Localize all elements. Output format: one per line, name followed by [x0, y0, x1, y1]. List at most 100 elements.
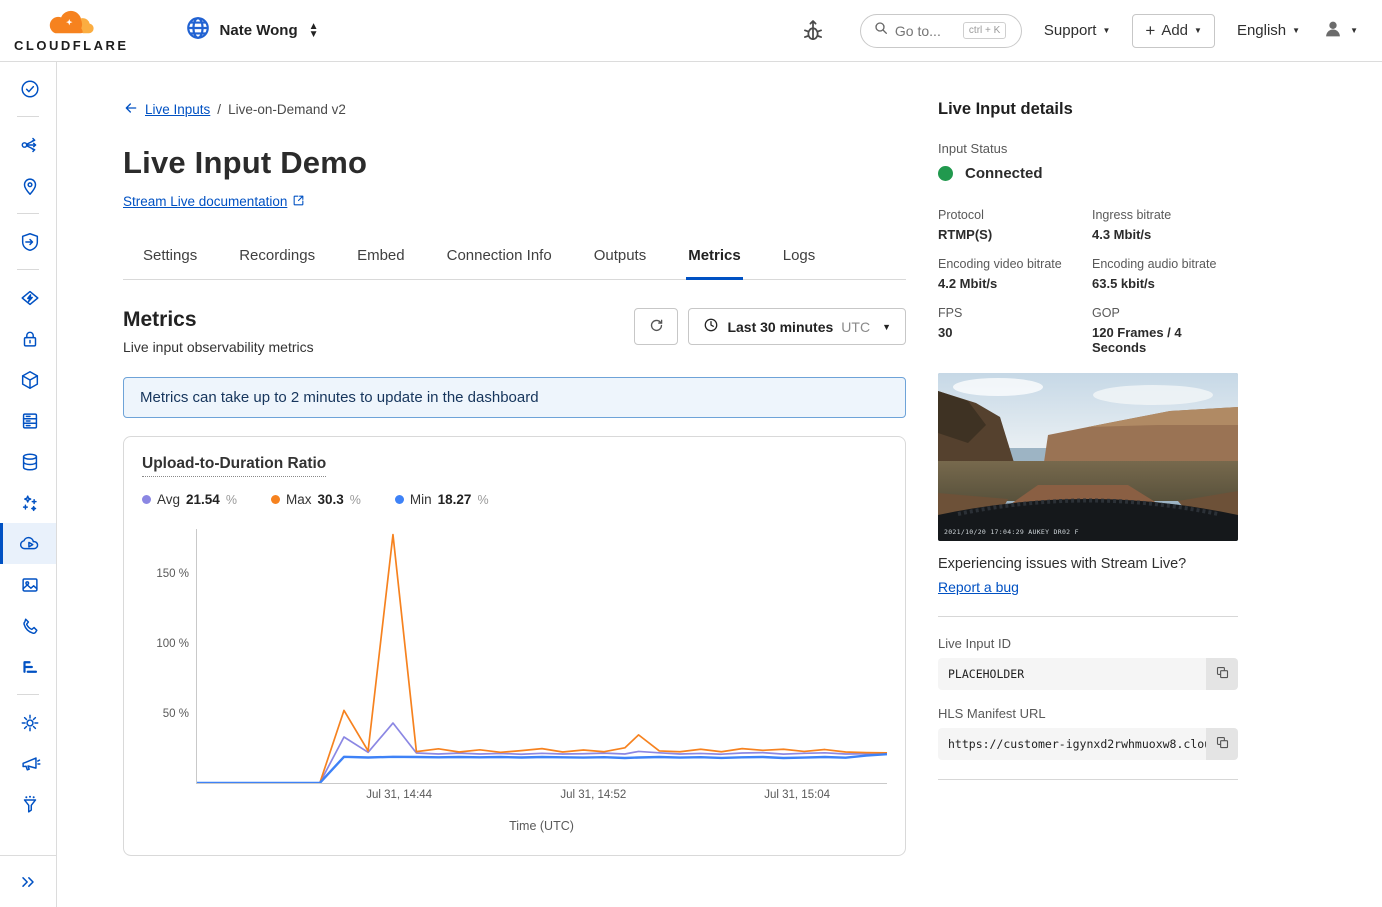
copy-icon	[1215, 665, 1230, 683]
breadcrumb-back-link[interactable]: Live Inputs	[123, 100, 210, 119]
account-name: Nate Wong	[220, 22, 298, 39]
issues-text: Experiencing issues with Stream Live?	[938, 556, 1238, 572]
stream-docs-label: Stream Live documentation	[123, 194, 287, 209]
field-label: Encoding video bitrate	[938, 257, 1084, 271]
tab-metrics[interactable]: Metrics	[686, 241, 743, 280]
legend-label: Max	[286, 492, 312, 507]
sidebar-item-phone[interactable]	[0, 605, 56, 646]
chevron-down-icon: ▼	[1292, 26, 1300, 35]
metrics-heading: Metrics	[123, 308, 314, 332]
sidebar-item-image[interactable]	[0, 564, 56, 605]
sidebar-item-funnel[interactable]	[0, 784, 56, 825]
legend-item-min[interactable]: Min18.27%	[395, 492, 489, 507]
video-thumbnail-scene	[938, 373, 1238, 541]
detail-field-encoding-audio-bitrate: Encoding audio bitrate63.5 kbit/s	[1092, 257, 1238, 291]
sidebar-item-lightning-stack[interactable]	[0, 277, 56, 318]
x-axis-tick: Jul 31, 14:52	[560, 789, 626, 801]
legend-item-avg[interactable]: Avg21.54%	[142, 492, 237, 507]
funnel-icon	[19, 794, 41, 816]
list-bars-icon	[19, 656, 41, 678]
cloudflare-logo[interactable]: CLOUDFLARE	[14, 9, 129, 53]
legend-unit: %	[477, 493, 488, 507]
stream-docs-link[interactable]: Stream Live documentation	[123, 194, 305, 210]
sidebar-item-cube[interactable]	[0, 359, 56, 400]
sidebar-divider	[17, 213, 39, 214]
input-status-label: Input Status	[938, 141, 1238, 156]
phone-icon	[19, 615, 41, 637]
sidebar-item-gear[interactable]	[0, 702, 56, 743]
sidebar-item-stream[interactable]	[0, 523, 56, 564]
legend-value: 18.27	[438, 492, 472, 507]
account-switcher[interactable]: Nate Wong ▲▼	[185, 15, 319, 46]
report-bug-icon[interactable]	[800, 18, 826, 44]
sidebar-item-shield-arrow[interactable]	[0, 221, 56, 262]
field-value: 63.5 kbit/s	[1092, 276, 1238, 291]
external-link-icon	[292, 194, 305, 210]
shield-arrow-icon	[19, 231, 41, 253]
copy-live-input-id-button[interactable]	[1206, 658, 1238, 690]
stream-icon	[19, 533, 41, 555]
report-bug-link[interactable]: Report a bug	[938, 579, 1019, 595]
sidebar-collapse-toggle[interactable]	[0, 855, 56, 907]
copy-hls-url-button[interactable]	[1206, 728, 1238, 760]
video-timestamp: 2021/10/20 17:04:29 AUKEY DR02 F	[944, 528, 1079, 536]
copy-icon	[1215, 735, 1230, 753]
detail-field-fps: FPS30	[938, 306, 1084, 355]
sidebar-item-megaphone[interactable]	[0, 743, 56, 784]
tab-outputs[interactable]: Outputs	[592, 241, 649, 280]
chevron-updown-icon: ▲▼	[309, 23, 319, 38]
detail-field-ingress-bitrate: Ingress bitrate4.3 Mbit/s	[1092, 208, 1238, 242]
field-label: GOP	[1092, 306, 1238, 320]
support-menu[interactable]: Support ▼	[1044, 22, 1110, 39]
main-content: Live Inputs / Live-on-Demand v2 Live Inp…	[123, 100, 906, 907]
support-label: Support	[1044, 22, 1097, 39]
sidebar-item-list-bars[interactable]	[0, 646, 56, 687]
clock-check-icon	[19, 78, 41, 100]
field-label: Ingress bitrate	[1092, 208, 1238, 222]
traffic-icon	[19, 134, 41, 156]
video-thumbnail: 2021/10/20 17:04:29 AUKEY DR02 F	[938, 373, 1238, 541]
tab-recordings[interactable]: Recordings	[237, 241, 317, 280]
y-axis-tick: 150 %	[145, 568, 189, 580]
sidebar-divider	[17, 269, 39, 270]
profile-menu[interactable]: ▼	[1322, 18, 1358, 44]
x-axis-tick: Jul 31, 15:04	[764, 789, 830, 801]
tab-settings[interactable]: Settings	[141, 241, 199, 280]
database-icon	[19, 451, 41, 473]
cube-icon	[19, 369, 41, 391]
sidebar-item-lock[interactable]	[0, 318, 56, 359]
legend-unit: %	[226, 493, 237, 507]
clock-icon	[703, 317, 719, 336]
tab-embed[interactable]: Embed	[355, 241, 407, 280]
chart-lines	[197, 529, 887, 783]
legend-value: 21.54	[186, 492, 220, 507]
sidebar-item-clock-check[interactable]	[0, 68, 56, 109]
sidebar-item-ai-sparkles[interactable]	[0, 482, 56, 523]
tab-connection-info[interactable]: Connection Info	[445, 241, 554, 280]
sidebar-item-database[interactable]	[0, 441, 56, 482]
sidebar-divider	[17, 694, 39, 695]
series-min	[197, 754, 887, 783]
add-button[interactable]: + Add ▼	[1132, 14, 1215, 48]
chevron-down-icon: ▼	[882, 322, 891, 332]
user-icon	[1322, 18, 1344, 44]
arrow-left-icon	[123, 100, 139, 119]
hls-manifest-url-field: https://customer-igynxd2rwhmuoxw8.cloudf	[938, 728, 1238, 760]
sidebar-item-server[interactable]	[0, 400, 56, 441]
x-axis-tick: Jul 31, 14:44	[366, 789, 432, 801]
server-icon	[19, 410, 41, 432]
sidebar-item-traffic[interactable]	[0, 124, 56, 165]
detail-fields: ProtocolRTMP(S)Ingress bitrate4.3 Mbit/s…	[938, 208, 1238, 355]
time-range-dropdown[interactable]: Last 30 minutes UTC ▼	[688, 308, 906, 345]
tab-logs[interactable]: Logs	[781, 241, 818, 280]
language-menu[interactable]: English ▼	[1237, 22, 1300, 39]
sidebar-item-location-pin[interactable]	[0, 165, 56, 206]
breadcrumb-separator: /	[217, 102, 221, 117]
plus-icon: +	[1145, 21, 1155, 41]
add-label: Add	[1161, 22, 1188, 39]
global-search[interactable]: ctrl + K	[860, 14, 1022, 48]
search-input[interactable]	[895, 23, 957, 39]
refresh-button[interactable]	[634, 308, 678, 345]
legend-item-max[interactable]: Max30.3%	[271, 492, 361, 507]
field-label: FPS	[938, 306, 1084, 320]
